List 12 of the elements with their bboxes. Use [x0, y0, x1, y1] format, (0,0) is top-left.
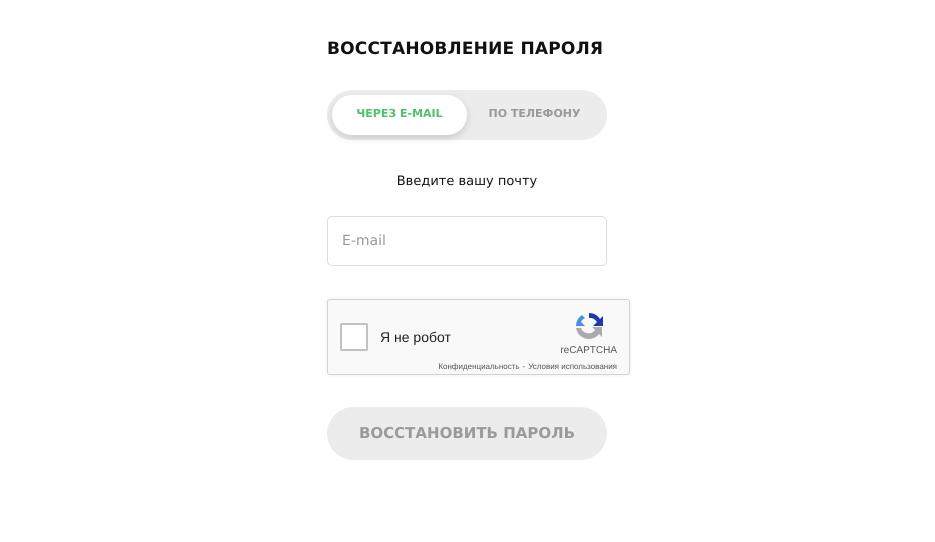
link-separator: - [522, 361, 526, 373]
tab[interactable]: ПО ТЕЛЕФОНУ [467, 94, 602, 134]
tab[interactable]: ЧЕРЕЗ E-MAIL [332, 94, 467, 134]
captcha-link[interactable]: Условия использования [528, 361, 617, 373]
captcha-brand: reCAPTCHA [560, 344, 617, 358]
prompt-text: Введите вашу почту [396, 172, 538, 190]
recaptcha-icon [573, 310, 605, 342]
email-field[interactable]: E-mail [327, 216, 607, 266]
captcha-label: Я не робот [380, 328, 451, 347]
page-title: ВОССТАНОВЛЕНИЕ ПАРОЛЯ [327, 38, 604, 61]
captcha-checkbox[interactable] [340, 323, 368, 351]
captcha-link[interactable]: Конфиденциальность [438, 361, 520, 373]
